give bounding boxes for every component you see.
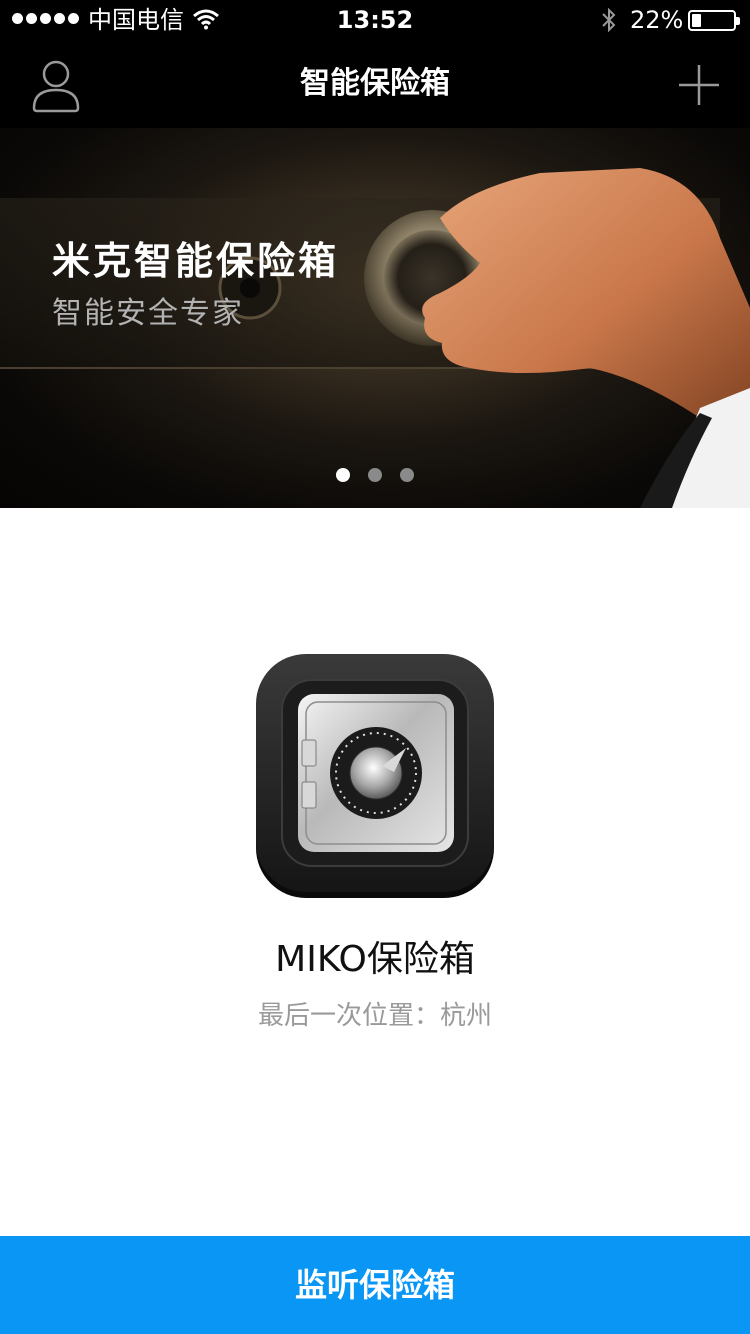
- status-bar: 中国电信 13:52 22%: [0, 0, 750, 40]
- listen-safe-button[interactable]: 监听保险箱: [0, 1236, 750, 1334]
- battery-percentage: 22%: [630, 6, 684, 34]
- device-last-location: 最后一次位置：杭州: [257, 1001, 492, 1031]
- bluetooth-icon: [602, 7, 616, 33]
- banner-subtitle: 智能安全专家: [52, 296, 244, 331]
- carousel-indicator: [0, 468, 750, 482]
- page-title: 智能保险箱: [300, 66, 450, 101]
- plus-icon[interactable]: [676, 62, 722, 108]
- safe-icon[interactable]: [254, 652, 496, 900]
- banner-carousel[interactable]: 米克智能保险箱 智能安全专家: [0, 128, 750, 508]
- battery-icon: [688, 10, 740, 31]
- carousel-dot[interactable]: [400, 468, 414, 482]
- device-name: MIKO保险箱: [275, 939, 475, 980]
- carousel-dot[interactable]: [336, 468, 350, 482]
- banner-title: 米克智能保险箱: [52, 239, 340, 283]
- carousel-dot[interactable]: [368, 468, 382, 482]
- navigation-bar: 智能保险箱: [0, 40, 750, 128]
